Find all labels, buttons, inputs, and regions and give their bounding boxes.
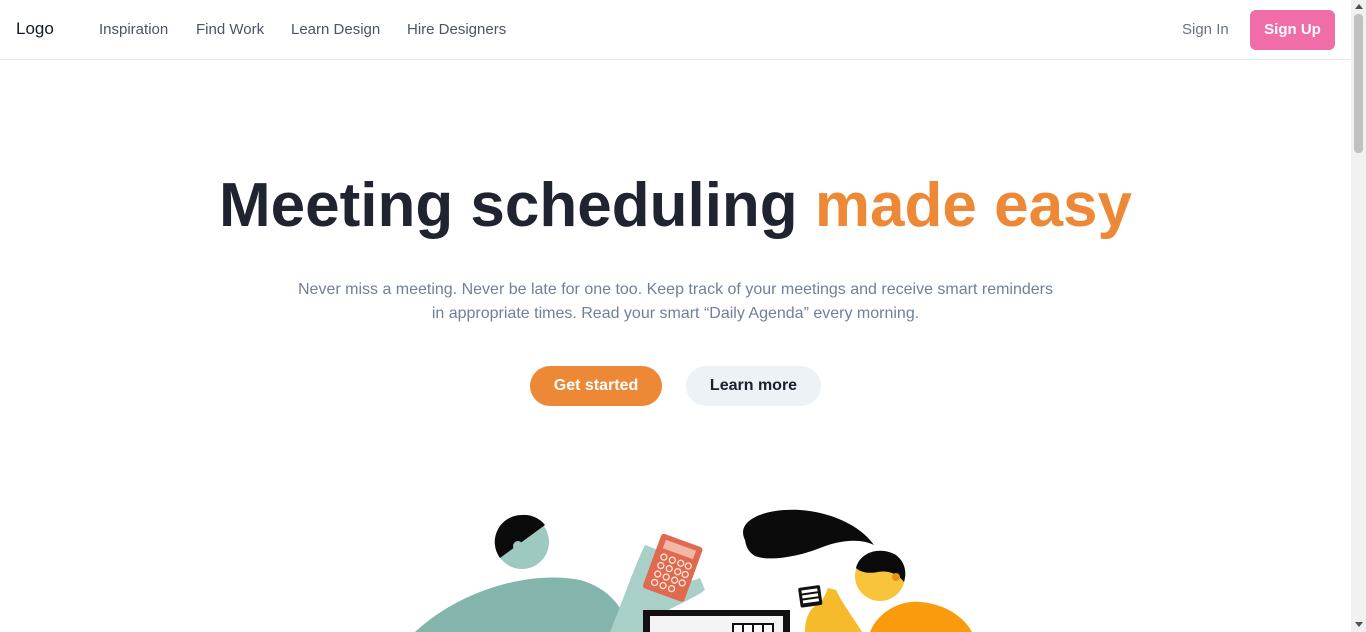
sign-up-button[interactable]: Sign Up (1250, 10, 1335, 50)
phone-icon (798, 585, 823, 608)
page: Logo Inspiration Find Work Learn Design … (0, 0, 1366, 632)
left-person-head (494, 514, 549, 569)
learn-more-button[interactable]: Learn more (686, 366, 821, 406)
left-person-body (415, 577, 630, 632)
scroll-up-arrow-icon[interactable] (1355, 4, 1363, 9)
logo[interactable]: Logo (16, 19, 54, 39)
scrollbar-thumb[interactable] (1354, 14, 1363, 153)
navbar: Logo Inspiration Find Work Learn Design … (0, 0, 1351, 60)
hero-title-main: Meeting scheduling (218, 171, 815, 240)
nav-link-inspiration[interactable]: Inspiration (99, 21, 168, 39)
nav-link-hire-designers[interactable]: Hire Designers (407, 21, 506, 39)
hero-subtitle: Never miss a meeting. Never be late for … (297, 281, 1053, 322)
sign-in-link[interactable]: Sign In (1182, 21, 1229, 39)
hero-title-accent: made easy (814, 171, 1133, 240)
laptop-icon (643, 610, 790, 632)
hero-illustration (415, 509, 972, 632)
nav-link-learn-design[interactable]: Learn Design (291, 21, 380, 39)
nav-link-find-work[interactable]: Find Work (196, 21, 264, 39)
hero-title: Meeting scheduling made easy (0, 170, 1351, 242)
speech-bubble (743, 509, 874, 559)
scrollbar[interactable] (1351, 0, 1366, 632)
get-started-button[interactable]: Get started (530, 366, 662, 406)
right-person-head (855, 550, 906, 601)
scroll-down-arrow-icon[interactable] (1355, 622, 1363, 627)
right-person-body (870, 601, 972, 632)
